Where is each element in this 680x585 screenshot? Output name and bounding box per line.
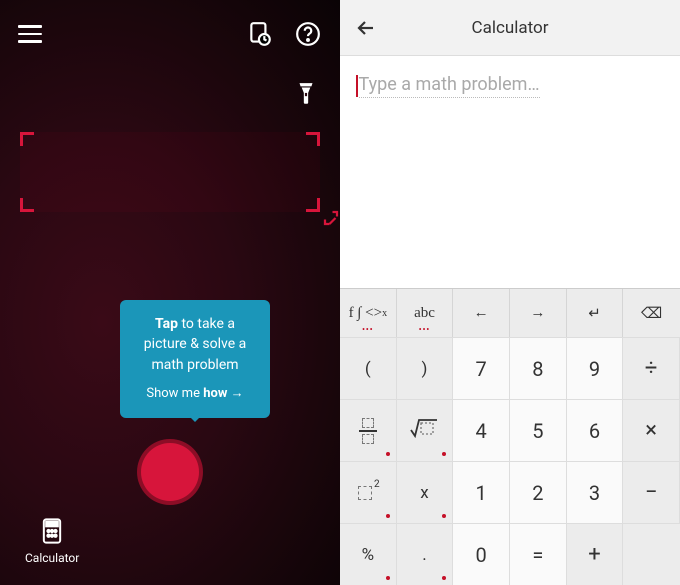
page-title: Calculator <box>472 18 549 38</box>
tooltip-primary-text: Tap to take a picture & solve a math pro… <box>134 314 256 375</box>
resize-handle-icon[interactable] <box>322 209 340 232</box>
divide-key[interactable]: ÷ <box>623 337 680 399</box>
six-key[interactable]: 6 <box>567 399 624 461</box>
abc-tab[interactable]: abc••• <box>397 289 454 337</box>
decimal-key[interactable]: . <box>397 523 454 585</box>
help-icon[interactable] <box>294 20 322 48</box>
history-icon[interactable] <box>246 20 274 48</box>
empty-key <box>623 523 680 585</box>
cursor-left-button[interactable]: ← <box>453 289 510 337</box>
flashlight-icon[interactable] <box>292 80 320 108</box>
calculator-shortcut[interactable]: Calculator <box>25 517 79 565</box>
camera-header <box>0 0 340 48</box>
nine-key[interactable]: 9 <box>567 337 624 399</box>
two-key[interactable]: 2 <box>510 461 567 523</box>
tooltip-secondary-text: Show me how → <box>134 385 256 404</box>
one-key[interactable]: 1 <box>453 461 510 523</box>
calculator-icon <box>38 517 66 545</box>
cursor-right-button[interactable]: → <box>510 289 567 337</box>
functions-tab[interactable]: f ∫ <>x••• <box>340 289 397 337</box>
five-key[interactable]: 5 <box>510 399 567 461</box>
calculator-header: Calculator <box>340 0 680 56</box>
backspace-button[interactable]: ⌫ <box>623 289 680 337</box>
subtract-key[interactable]: − <box>623 461 680 523</box>
math-input-area[interactable]: Type a math problem… <box>340 56 680 115</box>
shutter-button[interactable] <box>137 439 203 505</box>
seven-key[interactable]: 7 <box>453 337 510 399</box>
three-key[interactable]: 3 <box>567 461 624 523</box>
scan-frame <box>20 132 320 212</box>
equals-key[interactable]: = <box>510 523 567 585</box>
fraction-key[interactable] <box>340 399 397 461</box>
enter-button[interactable]: ↵ <box>567 289 624 337</box>
camera-panel: Tap to take a picture & solve a math pro… <box>0 0 340 585</box>
power-key[interactable]: 2 <box>340 461 397 523</box>
x-key[interactable]: x <box>397 461 454 523</box>
right-paren-key[interactable]: ) <box>397 337 454 399</box>
keyboard-toolbar: f ∫ <>x••• abc••• ← → ↵ ⌫ <box>340 288 680 337</box>
percent-key[interactable]: % <box>340 523 397 585</box>
left-paren-key[interactable]: ( <box>340 337 397 399</box>
zero-key[interactable]: 0 <box>453 523 510 585</box>
sqrt-key[interactable] <box>397 399 454 461</box>
onboarding-tooltip[interactable]: Tap to take a picture & solve a math pro… <box>120 300 270 418</box>
input-placeholder: Type a math problem… <box>359 74 540 98</box>
calculator-shortcut-label: Calculator <box>25 551 79 565</box>
keypad: ( ) 7 8 9 ÷ 4 5 6 × 2 x 1 2 3 − % . 0 = <box>340 337 680 585</box>
menu-button[interactable] <box>18 25 42 43</box>
eight-key[interactable]: 8 <box>510 337 567 399</box>
multiply-key[interactable]: × <box>623 399 680 461</box>
back-button[interactable] <box>354 16 378 40</box>
add-key[interactable]: + <box>567 523 624 585</box>
four-key[interactable]: 4 <box>453 399 510 461</box>
calculator-panel: Calculator Type a math problem… f ∫ <>x•… <box>340 0 680 585</box>
